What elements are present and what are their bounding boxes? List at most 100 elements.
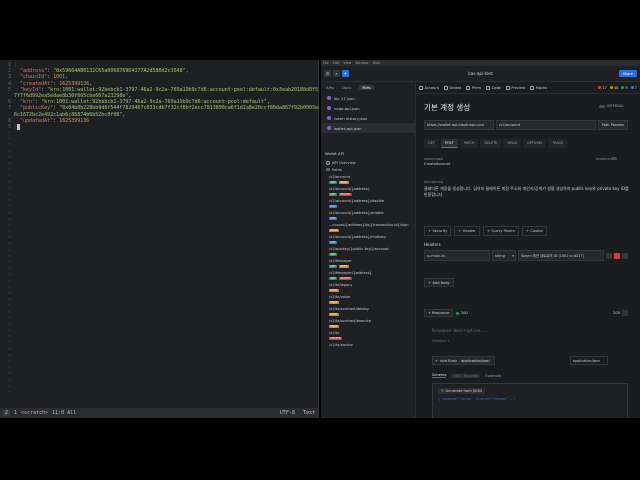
tree-paths[interactable]: Paths (321, 166, 415, 173)
response-add-body-button[interactable]: + Add Body application/json (432, 356, 495, 365)
param-tab-header[interactable]: + Header (454, 226, 480, 236)
method-badge-get[interactable]: GET (329, 276, 338, 281)
method-badge-delete[interactable]: DELETE (338, 192, 352, 197)
method-badge-put[interactable]: PUT (329, 240, 338, 245)
description-text[interactable]: 클레이튼 계정을 생성합니다. 임의의 클레이튼 계정 주소와 개인키/공개키 … (424, 186, 629, 198)
file-item[interactable]: wallet-api.json (321, 123, 415, 133)
param-tab-label: Header (462, 229, 476, 233)
response-button[interactable]: + Response (424, 309, 454, 317)
schema-tab-2[interactable]: Example (485, 374, 501, 378)
file-item[interactable]: node-api.json (321, 103, 415, 113)
tree-path-item[interactable]: /v2/tx/contract/deploy (321, 305, 415, 312)
tree-overview[interactable]: API Overview (321, 159, 415, 166)
generate-from-json-button[interactable]: ✎ Generate from JSON (438, 388, 485, 394)
sidebar-toggle-icon[interactable]: ☰ (324, 70, 331, 77)
toolbar-delete-button[interactable]: Delete (444, 85, 461, 90)
method-tab-post[interactable]: POST (440, 139, 458, 148)
add-icon[interactable]: + (342, 70, 349, 77)
search-icon[interactable]: ⌕ (333, 70, 340, 77)
header-description-field[interactable]: Klaytn 체인 네트워크 ID (1001 or 8217) (518, 250, 604, 261)
method-badge-post[interactable]: POST (329, 312, 339, 317)
vim-buffer[interactable]: 1{2 "address": "0x59664AB0132C65a0068769… (0, 62, 318, 406)
settings-icon[interactable] (606, 252, 612, 259)
operation-id-value[interactable]: CreateAccount (424, 162, 450, 166)
add-body-button[interactable]: + Add Body (424, 278, 454, 287)
schema-editor[interactable]: ✎ Generate from JSON { "address": "strin… (432, 383, 628, 418)
method-tab-head[interactable]: HEAD (503, 139, 522, 148)
response-headers-toggle[interactable]: Headers + (432, 339, 450, 343)
tree-path-item[interactable]: /v2/tx/value (321, 293, 415, 300)
menu-item-help[interactable]: Help (373, 61, 381, 65)
method-badge-post[interactable]: POST (338, 264, 349, 269)
tree-path-item[interactable]: /v2/tx/contract/execute (321, 317, 415, 324)
tab-files[interactable]: Files (359, 85, 374, 90)
toolbar-preview-button[interactable]: Preview (505, 85, 525, 90)
header-type-select[interactable]: string ▾ (492, 250, 516, 261)
file-item[interactable]: token history.json (321, 113, 415, 123)
param-tab-cookie[interactable]: + Cookie (521, 226, 547, 236)
param-tab-query-param[interactable]: + Query Param (482, 226, 519, 236)
settings-icon[interactable] (622, 310, 628, 316)
deprecated-switch[interactable] (611, 156, 617, 161)
file-item[interactable]: kip 17 json (321, 93, 415, 103)
method-badge-post[interactable]: POST (329, 324, 339, 329)
page-title[interactable]: 기본 계정 생성 (424, 102, 470, 113)
tab-docs[interactable]: Docs (342, 85, 351, 90)
share-button[interactable]: Share (618, 70, 637, 77)
method-badge-post[interactable]: POST (329, 228, 339, 233)
tree-path-item[interactable]: /v2/feepayer/{address} (321, 269, 415, 276)
toolbar-counters: 17 48 9 7 (598, 86, 637, 90)
method-tab-trace[interactable]: TRACE (548, 139, 568, 148)
tree-path-item[interactable]: /v2/tx/anchor (321, 341, 415, 348)
vim-editor[interactable]: 1{2 "address": "0x59664AB0132C65a0068769… (0, 60, 319, 418)
method-badge-get[interactable]: GET (329, 180, 338, 185)
tree-path-item[interactable]: /v2/tx (321, 329, 415, 336)
method-badge-get[interactable]: GET (329, 192, 338, 197)
toolbar-account-button[interactable]: Account (419, 85, 439, 90)
base-url-field[interactable]: https://wallet-api.klaytnapi.com (424, 120, 494, 130)
tree-path-item[interactable]: /v2/tx/legacy (321, 281, 415, 288)
method-tab-get[interactable]: GET (424, 139, 439, 148)
menu-item-file[interactable]: File (323, 61, 329, 65)
tree-path-item[interactable]: ...ccount/{address}/tx/{transaction-id}/… (321, 221, 415, 228)
response-description-field[interactable]: Response description... (432, 328, 487, 333)
tree-path-item[interactable]: /v2/account/{address}/multisig (321, 233, 415, 240)
tree-path-item[interactable]: /v2/pubkey/{public-key}/account (321, 245, 415, 252)
content-type-input[interactable]: application/json (570, 356, 608, 365)
method-badge-post[interactable]: POST (329, 288, 339, 293)
method-badge-post[interactable]: POST (338, 180, 349, 185)
toolbar-code-button[interactable]: Code (486, 85, 501, 90)
menu-item-window[interactable]: Window (355, 61, 368, 65)
method-badge-put[interactable]: PUT (329, 216, 338, 221)
internal-switch[interactable] (599, 104, 606, 108)
tab-apis[interactable]: APIs (326, 85, 334, 90)
tree-path-item[interactable]: /v2/account/{address}/disable (321, 197, 415, 204)
more-icon[interactable] (622, 252, 628, 259)
tree-path-item[interactable]: /v2/account/{address}/enable (321, 209, 415, 216)
schema-tab-0[interactable]: Schema (432, 373, 447, 378)
method-badge-put[interactable]: PUT (329, 204, 338, 209)
tree-path-item[interactable]: /v2/account/{address} (321, 185, 415, 192)
method-badge-get[interactable]: GET (329, 252, 338, 257)
toolbar-mocks-button[interactable]: Mocks (530, 85, 547, 90)
tree-path-item[interactable]: /v2/account (321, 173, 415, 180)
method-badge-post[interactable]: POST (329, 300, 339, 305)
path-field[interactable]: /v2/account (496, 120, 596, 130)
method-badge-delete[interactable]: DELETE (338, 276, 352, 281)
delete-icon[interactable] (614, 252, 620, 259)
method-tab-patch[interactable]: PATCH (459, 139, 479, 148)
schema-tab-1[interactable]: 200 - Success (451, 373, 481, 378)
param-tab-security[interactable]: + Security (424, 226, 452, 236)
method-badge-get[interactable]: GET (329, 264, 338, 269)
toolbar-perm-button[interactable]: Perm (466, 85, 481, 90)
header-name-field[interactable]: x-chain-id (424, 250, 490, 261)
response-code-select[interactable]: 200 (613, 310, 628, 316)
method-tab-delete[interactable]: DELETE (480, 139, 502, 148)
menu-item-edit[interactable]: Edit (333, 61, 340, 65)
path-params-button[interactable]: Path Params (597, 120, 628, 130)
tree-path-item[interactable]: /v2/feepayer (321, 257, 415, 264)
method-tab-options[interactable]: OPTIONS (523, 139, 547, 148)
internal-toggle[interactable]: INTERNAL (599, 104, 624, 108)
menu-item-view[interactable]: View (343, 61, 351, 65)
method-badge-delete[interactable]: DELETE (329, 336, 342, 341)
